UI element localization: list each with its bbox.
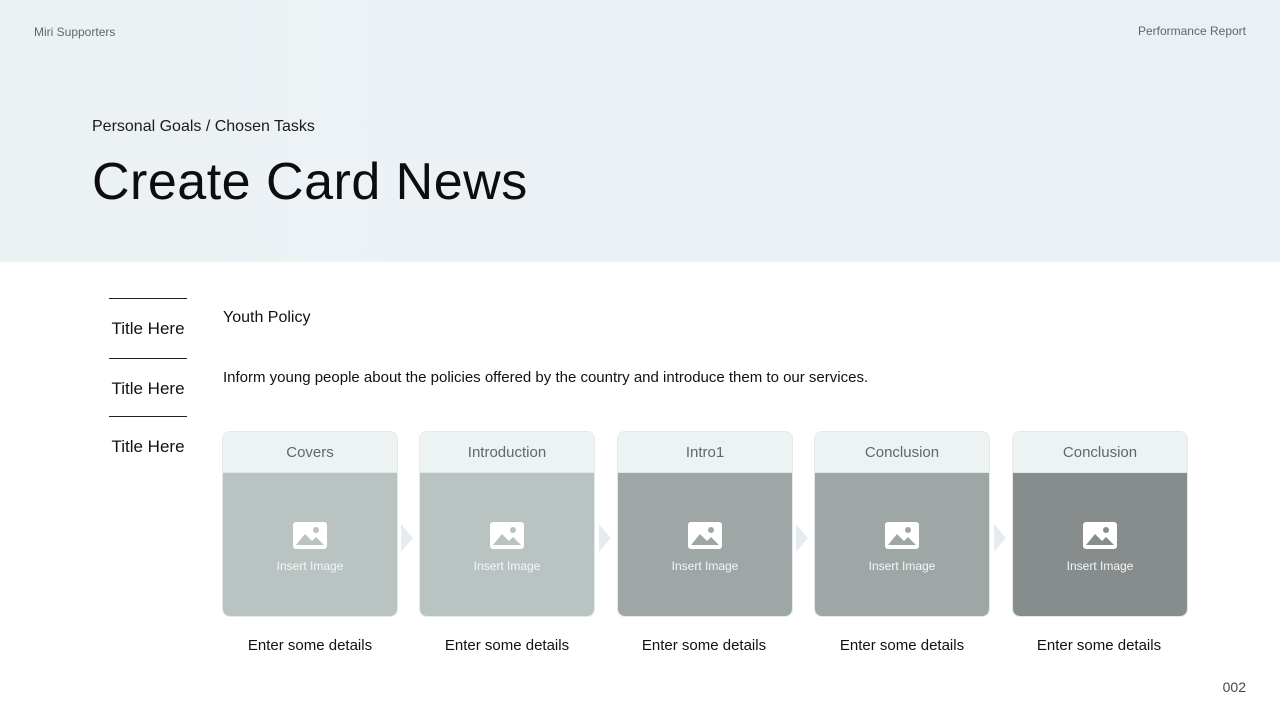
description-text: Inform young people about the policies o… [223,369,869,386]
card-header: Conclusion [815,432,989,473]
card-caption: Enter some details [641,637,767,654]
sidebar-title-1: Title Here [111,319,185,338]
page-title: Create Card News [92,153,528,211]
sidebar-divider [109,358,187,359]
card-caption: Enter some details [839,637,965,654]
topic-text: Youth Policy [223,309,311,326]
brand-name: Miri Supporters [34,25,116,39]
image-placeholder[interactable]: Insert Image [1013,473,1187,616]
chevron-right-icon [994,524,1006,552]
chevron-right-icon [401,524,413,552]
chevron-right-icon [599,524,611,552]
card-covers: Covers Insert Image [222,431,398,617]
image-icon [293,521,327,549]
card-header: Intro1 [618,432,792,473]
card-conclusion: Conclusion Insert Image [814,431,990,617]
page-subtitle: Personal Goals / Chosen Tasks [92,118,315,135]
image-placeholder[interactable]: Insert Image [223,473,397,616]
sidebar-divider [109,298,187,299]
image-placeholder[interactable]: Insert Image [618,473,792,616]
sidebar-title-2: Title Here [111,379,185,398]
image-icon [490,521,524,549]
card-intro1: Intro1 Insert Image [617,431,793,617]
image-icon [688,521,722,549]
card-caption: Enter some details [1036,637,1162,654]
chevron-right-icon [796,524,808,552]
image-placeholder-label: Insert Image [276,558,344,573]
image-placeholder[interactable]: Insert Image [815,473,989,616]
sidebar-divider [109,416,187,417]
report-label: Performance Report [1137,24,1246,38]
image-placeholder-label: Insert Image [671,558,739,573]
card-conclusion-2: Conclusion Insert Image [1012,431,1188,617]
card-caption: Enter some details [444,637,570,654]
sidebar-title-3: Title Here [111,437,185,456]
image-placeholder-label: Insert Image [868,558,936,573]
image-placeholder[interactable]: Insert Image [420,473,594,616]
card-caption: Enter some details [247,637,373,654]
card-header: Covers [223,432,397,473]
image-placeholder-label: Insert Image [473,558,541,573]
page-number: 002 [1222,679,1246,695]
image-icon [1083,521,1117,549]
image-placeholder-label: Insert Image [1066,558,1134,573]
card-header: Introduction [420,432,594,473]
image-icon [885,521,919,549]
card-header: Conclusion [1013,432,1187,473]
card-introduction: Introduction Insert Image [419,431,595,617]
